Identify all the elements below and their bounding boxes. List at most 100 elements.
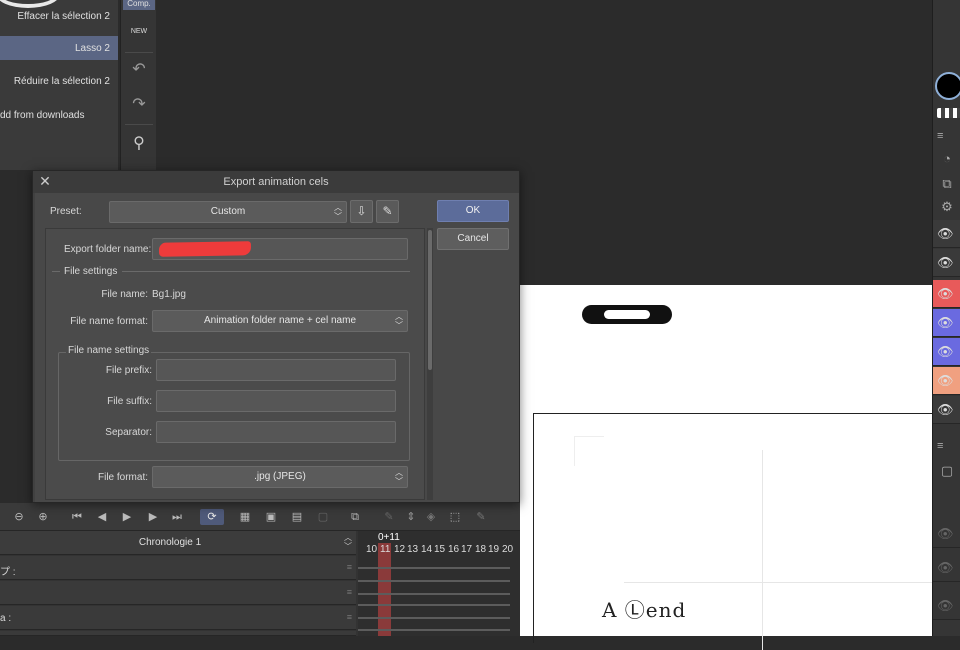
play-icon[interactable]: ▶ — [118, 509, 136, 525]
prev-frame-icon[interactable]: ◀ — [93, 509, 111, 525]
layer-row[interactable]: 👁 — [933, 554, 960, 582]
separator-input[interactable] — [156, 421, 396, 443]
frame-number[interactable]: 19 — [488, 544, 499, 555]
eye-icon[interactable]: 👁 — [937, 286, 954, 302]
timer-icon[interactable]: ◔ — [937, 150, 957, 168]
timeline-selector[interactable]: Chronologie 1 ︿ ﹀ — [0, 531, 356, 555]
new-icon[interactable]: NEW — [129, 22, 149, 42]
preset-settings-icon[interactable]: ✎ — [376, 200, 399, 223]
playhead[interactable] — [378, 543, 391, 636]
grip-icon[interactable]: ≡ — [347, 612, 352, 622]
transparent-color-swatch[interactable] — [937, 108, 960, 118]
redaction-mark — [158, 241, 252, 257]
eye-icon[interactable]: 👁 — [937, 402, 954, 418]
frame-number[interactable]: 13 — [407, 544, 418, 555]
file-format-value: .jpg (JPEG) — [254, 471, 306, 482]
layer-transform-icon[interactable]: ⧉ — [937, 175, 957, 193]
delete-cel-icon[interactable]: ▢ — [314, 509, 332, 525]
frame-number[interactable]: 16 — [448, 544, 459, 555]
eye-icon[interactable]: 👁 — [937, 598, 954, 614]
frame-number[interactable]: 10 — [366, 544, 377, 555]
eye-icon[interactable]: 👁 — [937, 560, 954, 576]
frame-grid[interactable]: 0+11 10 11 12 13 14 15 16 17 18 19 20 — [358, 531, 520, 636]
timeline-track[interactable]: a : ≡ — [0, 606, 356, 630]
next-frame-icon[interactable]: ▶ — [144, 509, 162, 525]
frame-number[interactable]: 17 — [461, 544, 472, 555]
history-item[interactable]: dd from downloads — [0, 103, 118, 127]
loop-icon[interactable]: ⟳ — [200, 509, 224, 525]
eye-icon[interactable]: 👁 — [937, 315, 954, 331]
settings-scrollbar[interactable] — [427, 228, 433, 500]
layer-row[interactable]: 👁 — [933, 338, 960, 366]
file-prefix-input[interactable] — [156, 359, 396, 381]
eye-icon[interactable]: 👁 — [937, 344, 954, 360]
layer-row[interactable]: 👁 — [933, 249, 960, 277]
frame-number[interactable]: 11 — [380, 544, 390, 555]
file-name-format-select[interactable]: Animation folder name + cel name ︿ ﹀ — [152, 310, 408, 332]
current-frame-label: 0+11 — [378, 532, 400, 543]
eye-icon[interactable]: 👁 — [937, 226, 954, 242]
history-item[interactable]: Effacer la sélection 2 — [0, 4, 118, 28]
grip-icon[interactable]: ≡ — [347, 562, 352, 572]
zoom-out-icon[interactable]: ⊖ — [10, 509, 28, 525]
menu-icon[interactable]: ≡ — [937, 440, 949, 452]
eye-icon[interactable]: 👁 — [937, 373, 954, 389]
ok-button[interactable]: OK — [437, 200, 509, 222]
stepper-icon[interactable]: ⇕ — [402, 509, 420, 525]
layer-row[interactable]: 👁 — [933, 396, 960, 424]
history-item[interactable]: Réduire la sélection 2 — [0, 69, 118, 93]
file-suffix-input[interactable] — [156, 390, 396, 412]
layer-row[interactable]: 👁 — [933, 367, 960, 395]
redo-icon[interactable]: ↷ — [129, 95, 149, 115]
composite-button[interactable]: Comp. — [123, 0, 155, 10]
cancel-button[interactable]: Cancel — [437, 228, 509, 250]
last-frame-icon[interactable]: ⏭ — [168, 509, 186, 525]
scrollbar-thumb[interactable] — [428, 230, 432, 370]
layer-row[interactable]: 👁 — [933, 309, 960, 337]
new-folder-icon[interactable]: ▣ — [262, 509, 280, 525]
eye-icon[interactable]: 👁 — [937, 255, 954, 271]
register-preset-icon[interactable]: ⇩ — [350, 200, 373, 223]
dialog-titlebar[interactable]: ✕ Export animation cels — [33, 171, 519, 193]
zoom-in-icon[interactable]: ⊕ — [34, 509, 52, 525]
new-cel-icon[interactable]: ▦ — [236, 509, 254, 525]
menu-icon[interactable]: ≡ — [937, 130, 949, 142]
frame-number[interactable]: 18 — [475, 544, 486, 555]
frame-number[interactable]: 14 — [421, 544, 432, 555]
pen-icon[interactable]: ✎ — [472, 509, 490, 525]
specify-cel-icon[interactable]: ▤ — [288, 509, 306, 525]
layer-property-icon[interactable]: ⚙ — [937, 198, 957, 216]
grip-icon[interactable]: ≡ — [347, 587, 352, 597]
main-color-swatch[interactable] — [935, 72, 960, 100]
onion-skin-icon[interactable]: ⧉ — [346, 509, 364, 525]
timeline-toolbar: ⊖ ⊕ ⏮ ◀ ▶ ▶ ⏭ ⟳ ▦ ▣ ▤ ▢ ⧉ ✎ ⇕ ◈ ⬚ ✎ — [0, 503, 520, 531]
preset-select[interactable]: Custom ︿ ﹀ — [109, 201, 347, 223]
undo-icon[interactable]: ↶ — [129, 60, 149, 80]
keyframe-icon[interactable]: ⬚ — [446, 509, 464, 525]
frame-number[interactable]: 12 — [394, 544, 405, 555]
file-format-select[interactable]: .jpg (JPEG) ︿ ﹀ — [152, 466, 408, 488]
file-format-label: File format: — [97, 472, 148, 483]
layer-row[interactable]: 👁 — [933, 592, 960, 620]
timeline-track[interactable]: プ : ≡ — [0, 556, 356, 580]
export-folder-input[interactable] — [152, 238, 408, 260]
layer-row[interactable]: 👁 — [933, 220, 960, 248]
frame-row — [358, 593, 510, 595]
brush-tool-icon[interactable]: ⚲ — [129, 134, 149, 154]
history-item-selected[interactable]: Lasso 2 — [0, 36, 118, 60]
frame-number[interactable]: 20 — [502, 544, 513, 555]
timeline-track[interactable] — [0, 631, 356, 636]
frame-number[interactable]: 15 — [434, 544, 445, 555]
square-icon[interactable]: ▢ — [937, 462, 957, 480]
file-name-format-value: Animation folder name + cel name — [203, 315, 357, 326]
preset-label: Preset: — [50, 206, 82, 217]
layer-row[interactable]: 👁 — [933, 280, 960, 308]
frame-row — [358, 604, 510, 606]
layer-row[interactable]: 👁 — [933, 520, 960, 548]
chevron-updown-icon[interactable]: ︿ ﹀ — [344, 533, 352, 551]
timeline-track[interactable]: ≡ — [0, 581, 356, 605]
canvas[interactable]: A Ⓛend — [520, 285, 944, 650]
first-frame-icon[interactable]: ⏮ — [68, 509, 86, 525]
eye-icon[interactable]: 👁 — [937, 526, 954, 542]
layer-icon[interactable]: ◈ — [422, 509, 440, 525]
